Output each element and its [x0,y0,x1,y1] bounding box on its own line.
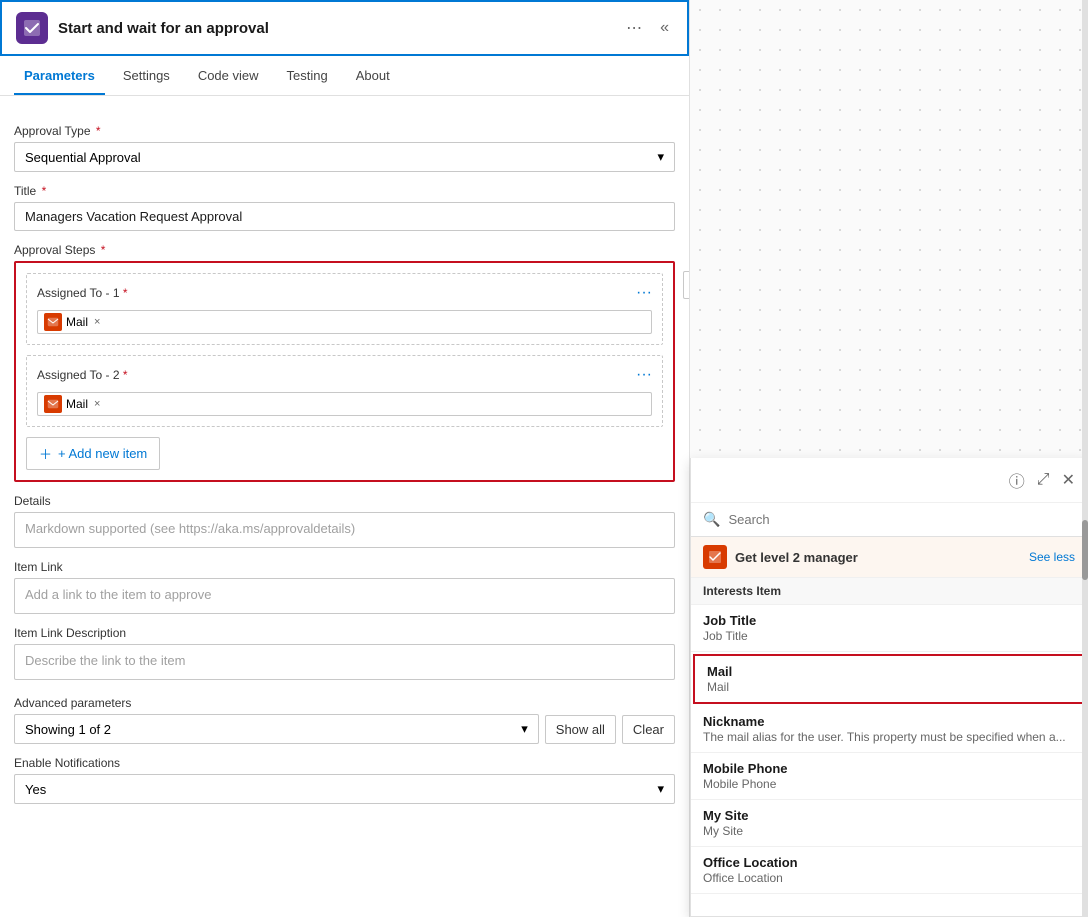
details-label: Details [14,494,675,508]
details-input[interactable]: Markdown supported (see https://aka.ms/a… [14,512,675,548]
search-input[interactable] [728,512,1075,527]
item-link-desc-input[interactable]: Describe the link to the item [14,644,675,680]
header-actions: ⋯ « [622,16,673,40]
tab-testing[interactable]: Testing [277,56,338,95]
step-1-label: Assigned To - 1 * [37,286,128,300]
step-1-mail-label: Mail [66,315,88,329]
add-icon: ＋ [39,444,52,463]
item-link-label: Item Link [14,560,675,574]
see-less-button[interactable]: See less [1029,550,1075,564]
list-item-nickname[interactable]: Nickname The mail alias for the user. Th… [691,706,1087,753]
canvas-background [690,0,1088,458]
section-interests: Interests Item [691,578,1087,605]
header-title: Start and wait for an approval [58,20,622,37]
advanced-params-bar: Showing 1 of 2 ▾ Show all Clear [14,714,675,744]
step-1-mail-tag: Mail × [37,310,652,334]
list-item-mobile-phone[interactable]: Mobile Phone Mobile Phone [691,753,1087,800]
step-2-label: Assigned To - 2 * [37,368,128,382]
title-input[interactable] [14,202,675,231]
form-content: Approval Type * Sequential Approval ▾ Ti… [0,96,689,917]
context-item: Get level 2 manager See less [691,537,1087,578]
dynamic-content-popup: ⓘ ⤢ ✕ 🔍 Get level 2 manager See less Int… [690,458,1088,917]
list-item-mail[interactable]: Mail Mail [693,654,1085,704]
approval-icon [16,12,48,44]
scrollbar-track [1082,0,1088,917]
step-1-remove-button[interactable]: × [94,316,100,328]
approval-type-label: Approval Type * [14,124,675,138]
add-new-item-label: + Add new item [58,446,147,461]
scrollbar-thumb[interactable] [1082,520,1088,580]
tab-code-view[interactable]: Code view [188,56,269,95]
approval-steps-label: Approval Steps * [14,243,675,257]
popup-expand-button[interactable]: ⤢ [1035,469,1052,491]
list-item-office-location[interactable]: Office Location Office Location [691,847,1087,894]
list-items-container: Job Title Job Title Mail Mail Nickname T… [691,605,1087,916]
enable-notifications-value: Yes [25,782,46,797]
more-options-button[interactable]: ⋯ [622,16,646,40]
approval-steps-container: Assigned To - 1 * ··· Mail [14,261,675,482]
step-2-block: Assigned To - 2 * ··· Mail [26,355,663,427]
list-item-my-site[interactable]: My Site My Site [691,800,1087,847]
tab-parameters[interactable]: Parameters [14,56,105,95]
enable-notifications-dropdown[interactable]: Yes ▾ [14,774,675,804]
popup-top-bar: ⓘ ⤢ ✕ [691,458,1087,503]
step-1-block: Assigned To - 1 * ··· Mail [26,273,663,345]
step-2-header: Assigned To - 2 * ··· [37,366,652,384]
popup-info-button[interactable]: ⓘ [1007,466,1027,494]
context-title: Get level 2 manager [735,550,1029,565]
item-link-input[interactable]: Add a link to the item to approve [14,578,675,614]
popup-close-button[interactable]: ✕ [1060,468,1077,492]
right-panel: ⓘ ⤢ ✕ 🔍 Get level 2 manager See less Int… [690,0,1088,917]
item-link-desc-label: Item Link Description [14,626,675,640]
add-new-item-button[interactable]: ＋ + Add new item [26,437,160,470]
tabs-bar: Parameters Settings Code view Testing Ab… [0,56,689,96]
step-1-header: Assigned To - 1 * ··· [37,284,652,302]
approval-type-dropdown[interactable]: Sequential Approval ▾ [14,142,675,172]
tab-about[interactable]: About [346,56,400,95]
mail-icon-2 [44,395,62,413]
collapse-button[interactable]: « [656,17,673,39]
list-item-job-title[interactable]: Job Title Job Title [691,605,1087,652]
step-2-mail-tag: Mail × [37,392,652,416]
clear-button[interactable]: Clear [622,715,675,744]
mail-icon-1 [44,313,62,331]
search-bar: 🔍 [691,503,1087,537]
enable-notifications-label: Enable Notifications [14,756,675,770]
show-all-button[interactable]: Show all [545,715,616,744]
step-2-options[interactable]: ··· [636,366,652,384]
left-panel: Start and wait for an approval ⋯ « Param… [0,0,690,917]
step-2-remove-button[interactable]: × [94,398,100,410]
advanced-params-label: Advanced parameters [14,696,675,710]
advanced-params-dropdown[interactable]: Showing 1 of 2 ▾ [14,714,539,744]
steps-table-icon[interactable] [683,271,689,299]
context-icon [703,545,727,569]
search-icon: 🔍 [703,511,720,528]
approval-steps-wrapper: Assigned To - 1 * ··· Mail [14,261,675,482]
advanced-params-value: Showing 1 of 2 [25,722,111,737]
item-link-placeholder: Add a link to the item to approve [25,587,211,602]
step-2-mail-label: Mail [66,397,88,411]
step-1-options[interactable]: ··· [636,284,652,302]
action-header: Start and wait for an approval ⋯ « [0,0,689,56]
title-label: Title * [14,184,675,198]
tab-settings[interactable]: Settings [113,56,180,95]
details-placeholder: Markdown supported (see https://aka.ms/a… [25,521,355,536]
item-link-desc-placeholder: Describe the link to the item [25,653,185,668]
